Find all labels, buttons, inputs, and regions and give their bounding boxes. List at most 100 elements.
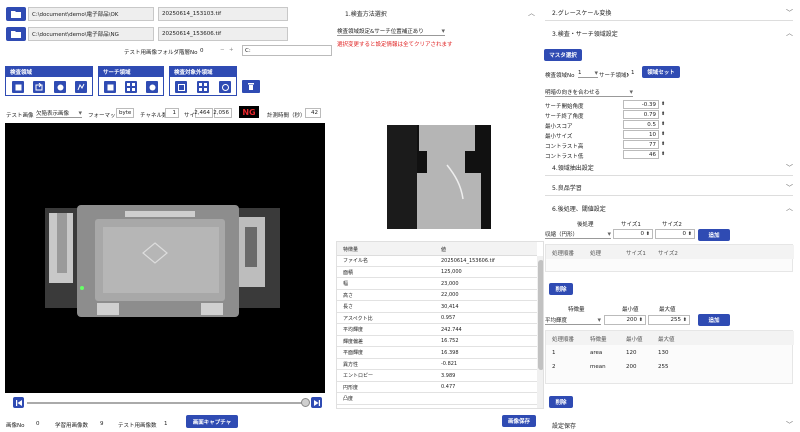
- table-scroll-thumb[interactable]: [538, 260, 543, 370]
- exclude-multi-button[interactable]: [197, 81, 209, 93]
- slider-thumb[interactable]: [301, 398, 310, 407]
- search-params: サーチ開始角度 -0.39 ⬍ サーチ終了角度 0.79 ⬍ 最小スコア 0.5 ⬍ 最小サイズ 1…: [545, 100, 675, 160]
- threshold-cell: 200: [626, 364, 637, 370]
- table-row[interactable]: 輝度偏差 16.752: [337, 337, 537, 347]
- skip-forward-icon: [313, 399, 320, 406]
- rect-tool-button[interactable]: [12, 81, 24, 93]
- table-row[interactable]: 幅 23,000: [337, 279, 537, 290]
- table-row[interactable]: アスペクト比 0.957: [337, 314, 537, 324]
- image-viewer[interactable]: [5, 123, 325, 393]
- test-count-label: テスト用画像数: [118, 423, 157, 429]
- spin-icon: ⬍: [661, 111, 666, 117]
- threshold-row[interactable]: 2 mean 200 255: [546, 361, 794, 373]
- param-label: コントラスト高: [545, 144, 584, 150]
- first-image-button[interactable]: [13, 397, 24, 408]
- threshold-row[interactable]: 1 area 120 130: [546, 347, 794, 359]
- delete-threshold-button[interactable]: 削除: [549, 396, 573, 408]
- post-process-grid: 処理順番 処理 サイズ1 サイズ2: [545, 244, 794, 272]
- chevron-down-icon: ▾: [594, 68, 598, 77]
- exclude-rect-button[interactable]: [175, 81, 187, 93]
- image-slider[interactable]: [5, 396, 325, 409]
- size2-input[interactable]: 0 ⬍: [655, 229, 695, 239]
- section-extract[interactable]: 4.領域抽出設定 ﹀: [545, 160, 793, 176]
- feature-value: 16.752: [441, 338, 459, 345]
- section-save-settings[interactable]: 設定保存 ﹀: [545, 418, 793, 432]
- table-row[interactable]: ファイル名 20250614_153606.tif: [337, 256, 537, 267]
- post-process-select[interactable]: 収縮（円形） ▾: [545, 229, 611, 239]
- set-area-button[interactable]: 領域セット: [642, 66, 680, 78]
- param-input[interactable]: 10: [623, 130, 659, 139]
- increment-button[interactable]: +: [229, 47, 234, 53]
- search-area-group: サーチ領域: [98, 66, 164, 96]
- table-row[interactable]: 平面輝度 16.398: [337, 348, 537, 359]
- feature-select[interactable]: 平均輝度 ▾: [545, 315, 601, 325]
- delete-area-button[interactable]: [242, 80, 260, 93]
- rotated-rect-tool-button[interactable]: [33, 81, 45, 93]
- method-select[interactable]: 検査領域設定&サーチ位置補正あり ▾: [337, 26, 445, 36]
- param-label: 最小スコア: [545, 124, 573, 130]
- exclude-circle-button[interactable]: [219, 81, 231, 93]
- open-folder-ok-button[interactable]: [6, 7, 26, 21]
- circle-tool-button[interactable]: [54, 81, 66, 93]
- align-select[interactable]: 明暗の向きを合わせる ▾: [545, 87, 633, 97]
- save-image-button[interactable]: 画像保存: [502, 415, 536, 427]
- param-input[interactable]: 0.5: [623, 120, 659, 129]
- spin-icon: ⬍: [661, 141, 666, 147]
- section-grayscale[interactable]: 2.グレースケール変換 ﹀: [545, 5, 793, 21]
- grid-icon: [199, 83, 207, 91]
- test-folder-value[interactable]: 0: [200, 48, 204, 54]
- section-learning[interactable]: 5.良品学習 ﹀: [545, 180, 793, 196]
- spin-icon: ⬍: [661, 151, 666, 157]
- param-input[interactable]: 0.79: [623, 110, 659, 119]
- feature-name: アスペクト比: [343, 315, 373, 322]
- grid-icon: [127, 83, 135, 91]
- rectangle-icon: [15, 84, 21, 90]
- param-input[interactable]: -0.39: [623, 100, 659, 109]
- spin-icon: ⬍: [661, 121, 666, 127]
- size1-input[interactable]: 0 ⬍: [613, 229, 653, 239]
- threshold-cell: 2: [552, 364, 556, 370]
- section-search-setup[interactable]: 3.検査・サーチ領域設定 ︿: [545, 25, 793, 41]
- section-method[interactable]: 1.検査方法選択 ︿: [335, 5, 535, 21]
- rectangle-icon: [107, 84, 113, 90]
- spin-icon: ⬍: [645, 231, 650, 237]
- table-scrollbar[interactable]: [537, 256, 543, 408]
- delete-post-button[interactable]: 削除: [549, 283, 573, 295]
- open-folder-ng-button[interactable]: [6, 27, 26, 41]
- feature-name: 平均輝度: [343, 327, 364, 334]
- test-folder-input[interactable]: C:: [242, 45, 332, 56]
- search-circle-button[interactable]: [146, 81, 158, 93]
- display-mode-select[interactable]: 欠陥表示画像 ▾: [36, 108, 82, 118]
- search-rect-button[interactable]: [104, 81, 116, 93]
- table-row[interactable]: 長さ 30,414: [337, 302, 537, 313]
- table-row[interactable]: 平均輝度 242.744: [337, 325, 537, 336]
- decrement-button[interactable]: −: [220, 47, 225, 53]
- table-row[interactable]: 凸度: [337, 394, 537, 405]
- search-no-value[interactable]: 1: [629, 68, 639, 78]
- table-row[interactable]: 面積 125,000: [337, 268, 537, 278]
- size2-label: サイズ2: [662, 222, 682, 228]
- feature-name: 凸度: [343, 396, 354, 403]
- table-row[interactable]: 異方性 -0.821: [337, 360, 537, 370]
- section-post[interactable]: 6.後処理、閾値設定 ︿: [545, 200, 793, 216]
- add-post-button[interactable]: 追加: [698, 229, 730, 241]
- inspect-area-group: 検査領域: [5, 66, 93, 96]
- max-input[interactable]: 255 ⬍: [648, 315, 690, 325]
- folder-icon: [11, 11, 21, 18]
- table-row[interactable]: 高さ 22,000: [337, 291, 537, 301]
- param-input[interactable]: 77: [623, 140, 659, 149]
- grid-header: サイズ2: [658, 251, 678, 257]
- polygon-tool-button[interactable]: [75, 81, 87, 93]
- slider-track[interactable]: [27, 402, 307, 404]
- search-multi-button[interactable]: [125, 81, 137, 93]
- test-image-label: テスト画像: [6, 113, 34, 119]
- area-no-select[interactable]: 1 ▾: [578, 68, 598, 78]
- table-row[interactable]: 円形度 0.477: [337, 383, 537, 393]
- table-row[interactable]: エントロピー 3.989: [337, 371, 537, 382]
- param-input[interactable]: 46: [623, 150, 659, 159]
- add-threshold-button[interactable]: 追加: [698, 314, 730, 326]
- master-select-button[interactable]: マスタ選択: [544, 49, 582, 61]
- last-image-button[interactable]: [311, 397, 322, 408]
- min-input[interactable]: 200 ⬍: [604, 315, 646, 325]
- screen-capture-button[interactable]: 画面キャプチャ: [186, 415, 238, 428]
